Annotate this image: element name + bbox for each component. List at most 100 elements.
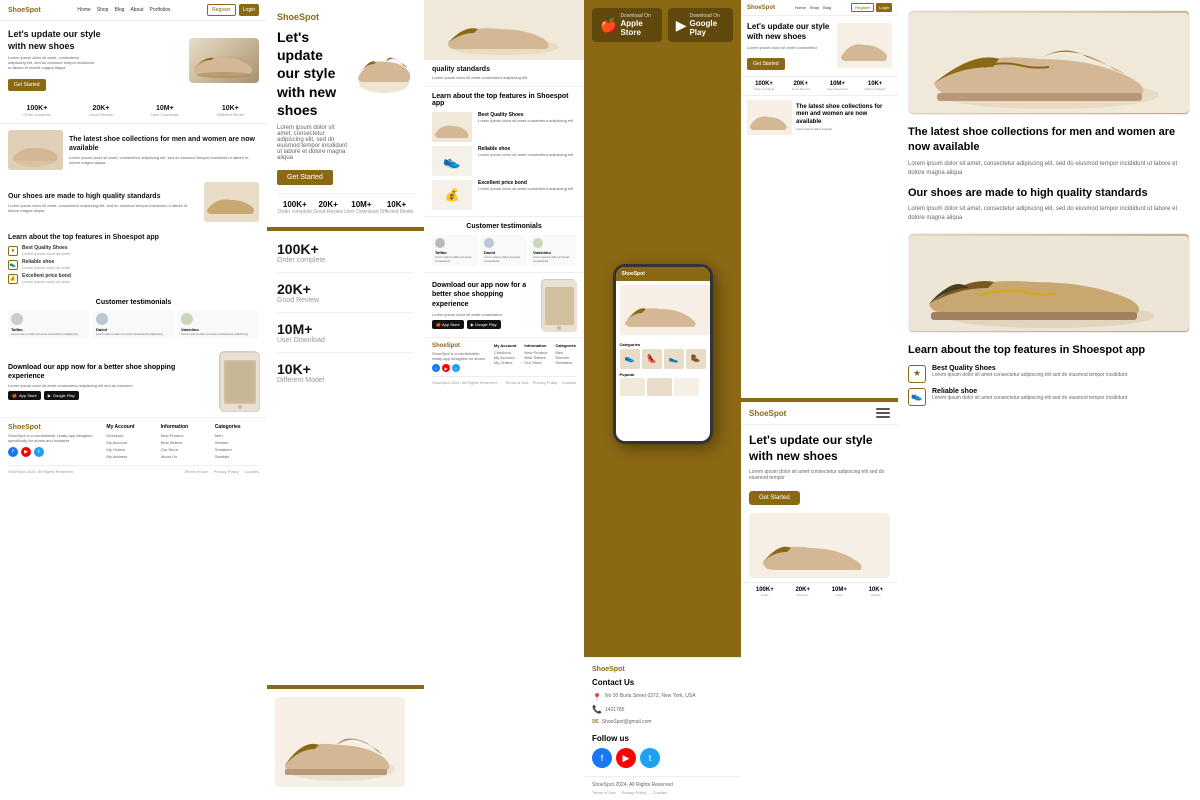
col3-middle: quality standards Lorem ipsum dolor sit … (424, 0, 584, 800)
col3-phone (541, 279, 576, 331)
col6-feature-1: ★ Best Quality Shoes Lorem ipsum dolor s… (908, 365, 1190, 383)
shoe-thumb (432, 112, 472, 142)
follow-youtube[interactable]: ▶ (616, 748, 636, 768)
col3-apple-btn[interactable]: 🍎App Store (432, 320, 464, 329)
col1-full-preview: ShoeSpot Home Shop Blog About Portfolios… (0, 0, 267, 800)
mini-started-btn[interactable]: Get Started (747, 58, 785, 70)
testimonials-title: Customer testimonials (8, 299, 259, 306)
get-started-button[interactable]: Get Started (8, 79, 46, 91)
mini-login-btn[interactable]: Login (876, 3, 892, 12)
collection-section: The latest shoe collections for men and … (0, 124, 267, 176)
hamburger-menu[interactable] (876, 406, 890, 420)
footer-brand-name: ShoeSpot (8, 424, 96, 431)
zoomed-hero-shoe (354, 28, 414, 98)
main-shoe-image-1 (908, 10, 1190, 115)
phone-icon: 📞 (592, 705, 602, 714)
google-play-big-btn[interactable]: ▶ Download On Google Play (668, 8, 733, 42)
footer-section: ShoeSpot ShoeSpot is a comfortable, read… (0, 417, 267, 480)
hero-shoe-image (189, 38, 259, 83)
price-thumb: 💰 (432, 180, 472, 210)
collection-title: The latest shoe collections for men and … (69, 135, 259, 153)
feature-reliable: 👟 Reliable shoe Lorem ipsum dolor sit am… (8, 259, 259, 270)
col3-google-btn[interactable]: ▶Google Play (467, 320, 501, 329)
testimonial-1: Tafibo Lorem ipsum dolor sit amet consec… (8, 310, 89, 339)
apple-icon: 🍎 (12, 393, 17, 398)
phone-mockup (219, 351, 259, 411)
mini-preview-2: ShoeSpot Let's update our style with new… (741, 402, 898, 800)
testi-card-2: David Lorem ipsum dolor sit amet consect… (481, 235, 527, 266)
col6-feature-2: 👟 Reliable shoe Lorem ipsum dolor sit am… (908, 388, 1190, 406)
col3-footer: ShoeSpot ShoeSpot is a comfortable, read… (424, 337, 584, 390)
feature-quality: ★ Best Quality Shoes Lorem ipsum dolor s… (8, 245, 259, 256)
quality-desc: Lorem ipsum dolor sit amet, consectetur … (8, 203, 198, 213)
play-icon-big: ▶ (676, 17, 687, 34)
reliable-thumb: 👟 (432, 146, 472, 176)
email-info: ✉ ShoeSpot@gmail.com (592, 717, 733, 726)
quality-text-section: quality standards Lorem ipsum dolor sit … (424, 60, 584, 87)
app-title: Download our app now for a better shoe s… (8, 363, 213, 381)
col4-contact: 🍎 Download On Apple Store ▶ Download On … (584, 0, 741, 800)
mini2-started-btn[interactable]: Get Started (749, 491, 800, 505)
google-play-btn[interactable]: ▶ Google Play (44, 391, 79, 400)
contact-info: ShoeSpot Contact Us 📍 No 30 Burla Street… (584, 657, 741, 734)
feature-price: 💰 Excellent price bond Lorem ipsum dolor… (8, 273, 259, 284)
youtube-icon[interactable]: ▶ (21, 447, 31, 457)
quality-icon: ★ (8, 246, 18, 256)
zoomed-cta-button[interactable]: Get Started (277, 170, 333, 185)
quality-title: Our shoes are made to high quality stand… (8, 192, 198, 201)
zoomed-hero-desc: Lorem ipsum dolor sit amet, consectetur … (277, 125, 348, 161)
nav-bar: ShoeSpot Home Shop Blog About Portfolios… (0, 0, 267, 21)
col5-previews: ShoeSpot HomeShopBlog Register Login Let… (741, 0, 898, 800)
email-icon: ✉ (592, 717, 599, 726)
testimonial-3: Valentino Lorem ipsum dolor sit amet con… (178, 310, 259, 339)
stats-card-large: 100K+ Order complete 20K+ Good Review 10… (267, 231, 424, 685)
stat-orders: 100K+ Order complete (23, 105, 51, 117)
play-icon: ▶ (48, 393, 51, 398)
col6-reliable-icon: 👟 (908, 388, 926, 406)
col6-collection-text: The latest shoe collections for men and … (908, 125, 1190, 178)
register-button[interactable]: Register (207, 4, 236, 16)
col6-features-title: Learn about the top features in Shoespot… (908, 343, 1190, 358)
login-button[interactable]: Login (239, 4, 259, 16)
stat-downloads: 10M+ User Download (151, 105, 178, 117)
apple-store-btn[interactable]: 🍎 App Store (8, 391, 41, 400)
apple-icon-big: 🍎 (600, 17, 617, 34)
col6-collection-title: The latest shoe collections for men and … (908, 125, 1190, 156)
testimonial-2: David Lorem ipsum dolor sit amet consect… (93, 310, 174, 339)
phone-display: ShoeSpot Categories 👟 👠 🥿 🥾 Popular (613, 264, 713, 444)
follow-facebook[interactable]: f (592, 748, 612, 768)
twitter-icon[interactable]: t (34, 447, 44, 457)
follow-twitter[interactable]: t (640, 748, 660, 768)
col6-showcase: The latest shoe collections for men and … (898, 0, 1200, 800)
reliable-icon: 👟 (8, 260, 18, 270)
stat-lg-orders: 100K+ Order complete (277, 241, 414, 273)
address-info: 📍 No 30 Burla Street 0372, New York, USA (592, 693, 733, 702)
col6-collection-desc: Lorem ipsum dolor sit amet, consectetur … (908, 160, 1190, 178)
mini-preview-1: ShoeSpot HomeShopBlog Register Login Let… (741, 0, 898, 398)
copyright: ShoeSpot 2024, All Rights Reserved (8, 469, 73, 474)
footer-brand-desc: ShoeSpot is a comfortable, ready-app des… (8, 433, 96, 443)
shoe-preview-card (267, 689, 424, 800)
col6-quality-title: Our shoes are made to high quality stand… (908, 186, 1190, 201)
col3-testimonials: Customer testimonials Tafibo Lorem ipsum… (424, 216, 584, 272)
collection-image (8, 130, 63, 170)
phone-showcase: ShoeSpot Categories 👟 👠 🥿 🥾 Popular (584, 50, 741, 657)
hero-title: Let's update our style with new shoes (8, 29, 108, 52)
stat-reviews: 20K+ Good Review (89, 105, 113, 117)
top-shoe-showcase (908, 10, 1190, 115)
stats-section: 100K+ Order complete 20K+ Good Review 10… (0, 99, 267, 124)
apple-store-big-btn[interactable]: 🍎 Download On Apple Store (592, 8, 662, 42)
follow-section: Follow us f ▶ t (584, 734, 741, 776)
col6-quality-text: Our shoes are made to high quality stand… (908, 186, 1190, 223)
main-shoe-image-2 (908, 233, 1190, 333)
price-icon: 💰 (8, 274, 18, 284)
stat-lg-downloads: 10M+ User Download (277, 321, 414, 353)
col2-zoomed: ShoeSpot Let's update our style with new… (267, 0, 424, 800)
facebook-icon[interactable]: f (8, 447, 18, 457)
col4-footer-bottom: ShoeSpot 2024, All Rights Reserved Terms… (584, 776, 741, 800)
mini-register-btn[interactable]: Register (851, 3, 874, 12)
zoomed-hero-title: Let's update our style with new shoes (277, 28, 348, 119)
app-section: Download our app now for a better shoe s… (0, 345, 267, 417)
nav-links: Home Shop Blog About Portfolios (77, 7, 170, 13)
collection-desc: Lorem ipsum dolor sit amet, consectetur … (69, 155, 259, 165)
